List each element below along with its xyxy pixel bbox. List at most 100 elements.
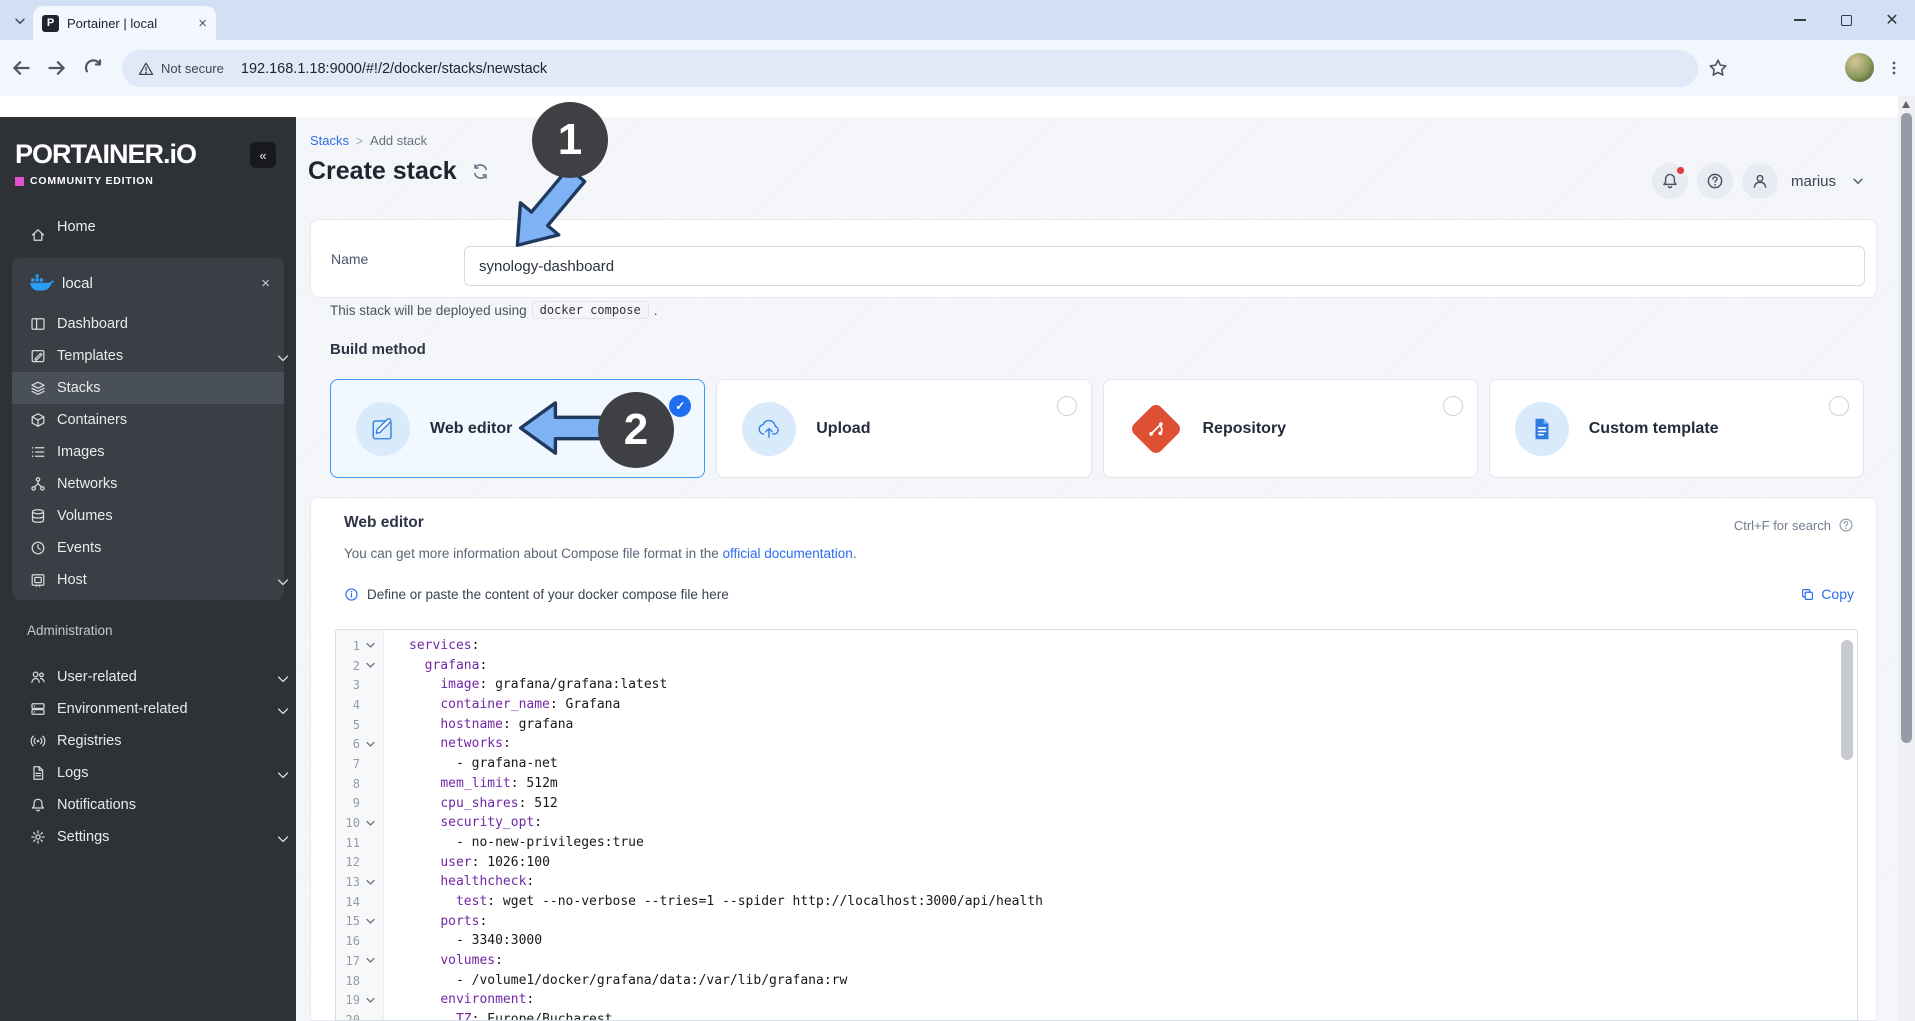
code-line-12[interactable]: user: 1026:100 [409, 853, 1857, 873]
code-line-11[interactable]: - no-new-privileges:true [409, 833, 1857, 853]
sidebar-item-events[interactable]: Events [12, 532, 284, 564]
radio-unselected-icon[interactable] [1056, 396, 1077, 416]
tab-search-chevron-icon[interactable] [10, 11, 30, 31]
user-avatar-button[interactable] [1742, 163, 1778, 199]
radio-unselected-icon[interactable] [1829, 396, 1849, 416]
sidebar-item-templates[interactable]: Templates [12, 340, 289, 372]
address-bar[interactable]: Not secure 192.168.1.18:9000/#!/2/docker… [122, 50, 1698, 87]
environment-close-icon[interactable]: × [261, 275, 270, 292]
radio-unselected-icon[interactable] [1442, 396, 1463, 416]
sidebar-item-registries[interactable]: Registries [12, 725, 284, 757]
username[interactable]: marius [1791, 173, 1836, 190]
not-secure-label[interactable]: Not secure [161, 61, 224, 76]
sidebar-item-user-related[interactable]: User-related [12, 661, 289, 693]
scrollbar-up-arrow-icon[interactable] [1902, 101, 1910, 108]
search-help-icon[interactable] [1838, 517, 1854, 533]
sidebar-item-notifications[interactable]: Notifications [12, 789, 284, 821]
code-line-6[interactable]: networks: [409, 734, 1857, 754]
fold-chevron-icon[interactable] [360, 662, 380, 669]
bookmark-star-icon[interactable] [1708, 58, 1728, 78]
editor-code-area[interactable]: services: grafana: image: grafana/grafan… [384, 630, 1857, 1020]
user-menu-chevron-icon[interactable] [1851, 174, 1865, 188]
code-line-20[interactable]: TZ: Europe/Bucharest [409, 1010, 1857, 1020]
code-line-18[interactable]: - /volume1/docker/grafana/data:/var/lib/… [409, 971, 1857, 991]
code-line-14[interactable]: test: wget --no-verbose --tries=1 --spid… [409, 892, 1857, 912]
forward-icon[interactable] [46, 57, 68, 79]
browser-tab[interactable]: P Portainer | local × [33, 6, 216, 40]
code-line-10[interactable]: security_opt: [409, 813, 1857, 833]
sidebar-item-images[interactable]: Images [12, 436, 284, 468]
stacks-icon [31, 381, 45, 395]
code-line-2[interactable]: grafana: [409, 656, 1857, 676]
page-scrollbar[interactable] [1898, 96, 1915, 1021]
stack-name-input[interactable] [464, 246, 1865, 286]
sidebar-item-dashboard[interactable]: Dashboard [12, 308, 284, 340]
code-line-17[interactable]: volumes: [409, 951, 1857, 971]
notifications-bell-button[interactable] [1652, 163, 1688, 199]
code-line-9[interactable]: cpu_shares: 512 [409, 794, 1857, 814]
sidebar-item-host[interactable]: Host [12, 564, 289, 596]
chevron-down-icon[interactable] [257, 671, 289, 684]
fold-chevron-icon[interactable] [360, 741, 380, 748]
chevron-down-icon[interactable] [257, 574, 289, 587]
sidebar-collapse-button[interactable]: « [250, 142, 276, 168]
window-maximize-icon[interactable] [1823, 0, 1869, 40]
window-minimize-icon[interactable] [1777, 0, 1823, 40]
chevron-down-icon[interactable] [257, 831, 289, 844]
browser-profile-avatar[interactable] [1845, 53, 1874, 82]
code-line-8[interactable]: mem_limit: 512m [409, 774, 1857, 794]
refresh-icon[interactable] [471, 162, 490, 181]
environment-header[interactable]: local × [12, 266, 284, 300]
window-close-icon[interactable]: ✕ [1869, 0, 1915, 40]
reload-icon[interactable] [82, 57, 104, 79]
tab-title: Portainer | local [67, 15, 158, 31]
back-icon[interactable] [10, 57, 32, 79]
gutter-line-11: 11 [336, 833, 383, 853]
sidebar-item-stacks[interactable]: Stacks [12, 372, 284, 404]
code-line-1[interactable]: services: [409, 636, 1857, 656]
code-line-4[interactable]: container_name: Grafana [409, 695, 1857, 715]
fold-chevron-icon[interactable] [360, 879, 380, 886]
sidebar-item-environment-related[interactable]: Environment-related [12, 693, 289, 725]
browser-menu-kebab-icon[interactable] [1886, 57, 1902, 79]
copy-button[interactable]: Copy [1800, 586, 1854, 602]
fold-chevron-icon[interactable] [360, 997, 380, 1004]
fold-chevron-icon[interactable] [360, 918, 380, 925]
chevron-down-icon[interactable] [257, 703, 289, 716]
scrollbar-thumb[interactable] [1901, 113, 1912, 743]
build-method-upload[interactable]: Upload [716, 379, 1092, 478]
editor-scrollbar-thumb[interactable] [1841, 640, 1853, 760]
sidebar-item-logs[interactable]: Logs [12, 757, 289, 789]
code-line-5[interactable]: hostname: grafana [409, 715, 1857, 735]
help-button[interactable] [1697, 163, 1733, 199]
code-line-3[interactable]: image: grafana/grafana:latest [409, 675, 1857, 695]
deploy-note: This stack will be deployed using docker… [330, 301, 658, 319]
compose-code-editor[interactable]: 1 2 3 4 5 6 7 8 9 10 11 12 13 14 15 16 17 18 19 20 services… [335, 629, 1858, 1021]
sidebar-item-networks[interactable]: Networks [12, 468, 284, 500]
code-line-16[interactable]: - 3340:3000 [409, 931, 1857, 951]
official-documentation-link[interactable]: official documentation [722, 546, 852, 561]
fold-chevron-icon[interactable] [360, 642, 380, 649]
code-line-15[interactable]: ports: [409, 912, 1857, 932]
build-method-custom-template[interactable]: Custom template [1488, 379, 1864, 478]
chevron-down-icon[interactable] [257, 767, 289, 780]
selected-check-icon: ✓ [669, 395, 692, 417]
url-text[interactable]: 192.168.1.18:9000/#!/2/docker/stacks/new… [241, 61, 547, 77]
fold-chevron-icon[interactable] [360, 820, 380, 827]
code-line-7[interactable]: - grafana-net [409, 754, 1857, 774]
tab-close-icon[interactable]: × [198, 16, 207, 31]
sidebar-item-label: Host [57, 572, 87, 588]
sidebar-item-containers[interactable]: Containers [12, 404, 284, 436]
breadcrumb-stacks-link[interactable]: Stacks [310, 133, 349, 148]
code-line-19[interactable]: environment: [409, 990, 1857, 1010]
docker-whale-icon [30, 274, 54, 291]
sidebar-item-volumes[interactable]: Volumes [12, 500, 284, 532]
sidebar-item-home[interactable]: Home [0, 212, 296, 242]
build-method-repository[interactable]: Repository [1102, 379, 1478, 478]
build-method-web-editor[interactable]: Web editor ✓ [330, 379, 706, 478]
code-line-13[interactable]: healthcheck: [409, 872, 1857, 892]
chevron-down-icon[interactable] [257, 350, 289, 363]
sidebar-item-settings[interactable]: Settings [12, 821, 289, 853]
fold-chevron-icon[interactable] [360, 957, 380, 964]
gutter-line-16: 16 [336, 931, 383, 951]
